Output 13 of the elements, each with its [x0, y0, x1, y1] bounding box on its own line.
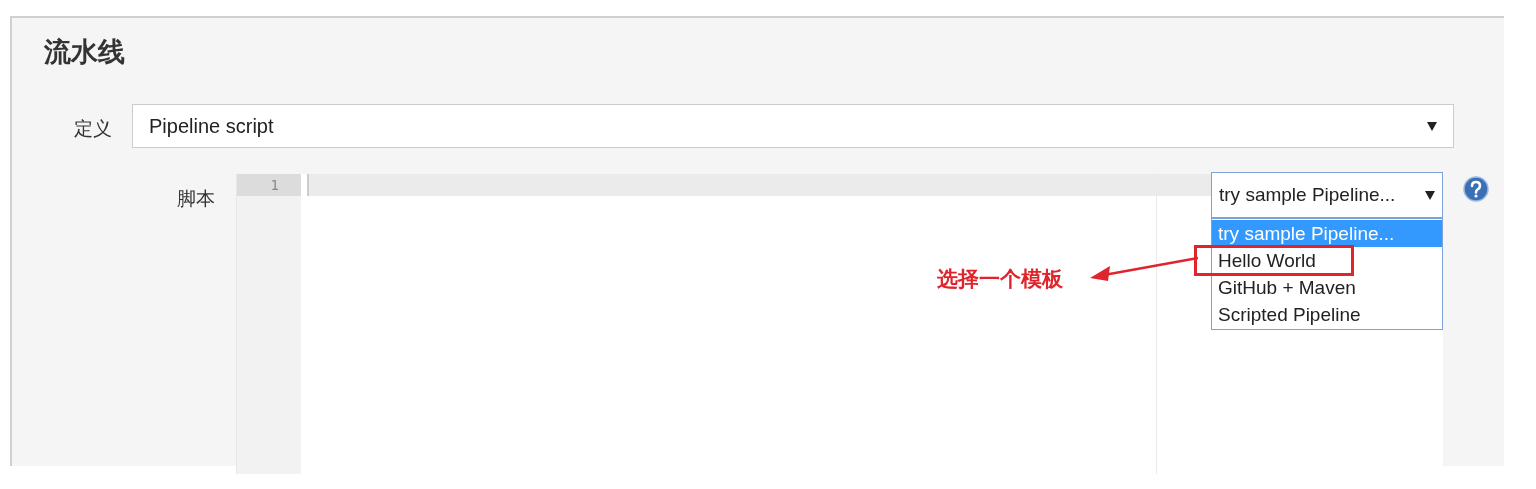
line-number: 1	[237, 174, 301, 196]
help-icon[interactable]	[1463, 176, 1489, 202]
field-label: 定义	[74, 116, 112, 141]
definition-select[interactable]: Pipeline script	[132, 104, 1454, 148]
sample-select[interactable]: try sample Pipeline...	[1211, 172, 1443, 218]
dropdown-option[interactable]: GitHub + Maven	[1212, 274, 1442, 301]
annotation-text: 选择一个模板	[937, 266, 1063, 293]
section-title: 流水线	[44, 35, 125, 69]
field-label: 脚本	[177, 186, 215, 211]
caret-icon	[1425, 190, 1435, 200]
dropdown-option[interactable]: Scripted Pipeline	[1212, 301, 1442, 328]
dropdown-option[interactable]: Hello World	[1196, 247, 1352, 274]
caret-icon	[1427, 121, 1437, 131]
